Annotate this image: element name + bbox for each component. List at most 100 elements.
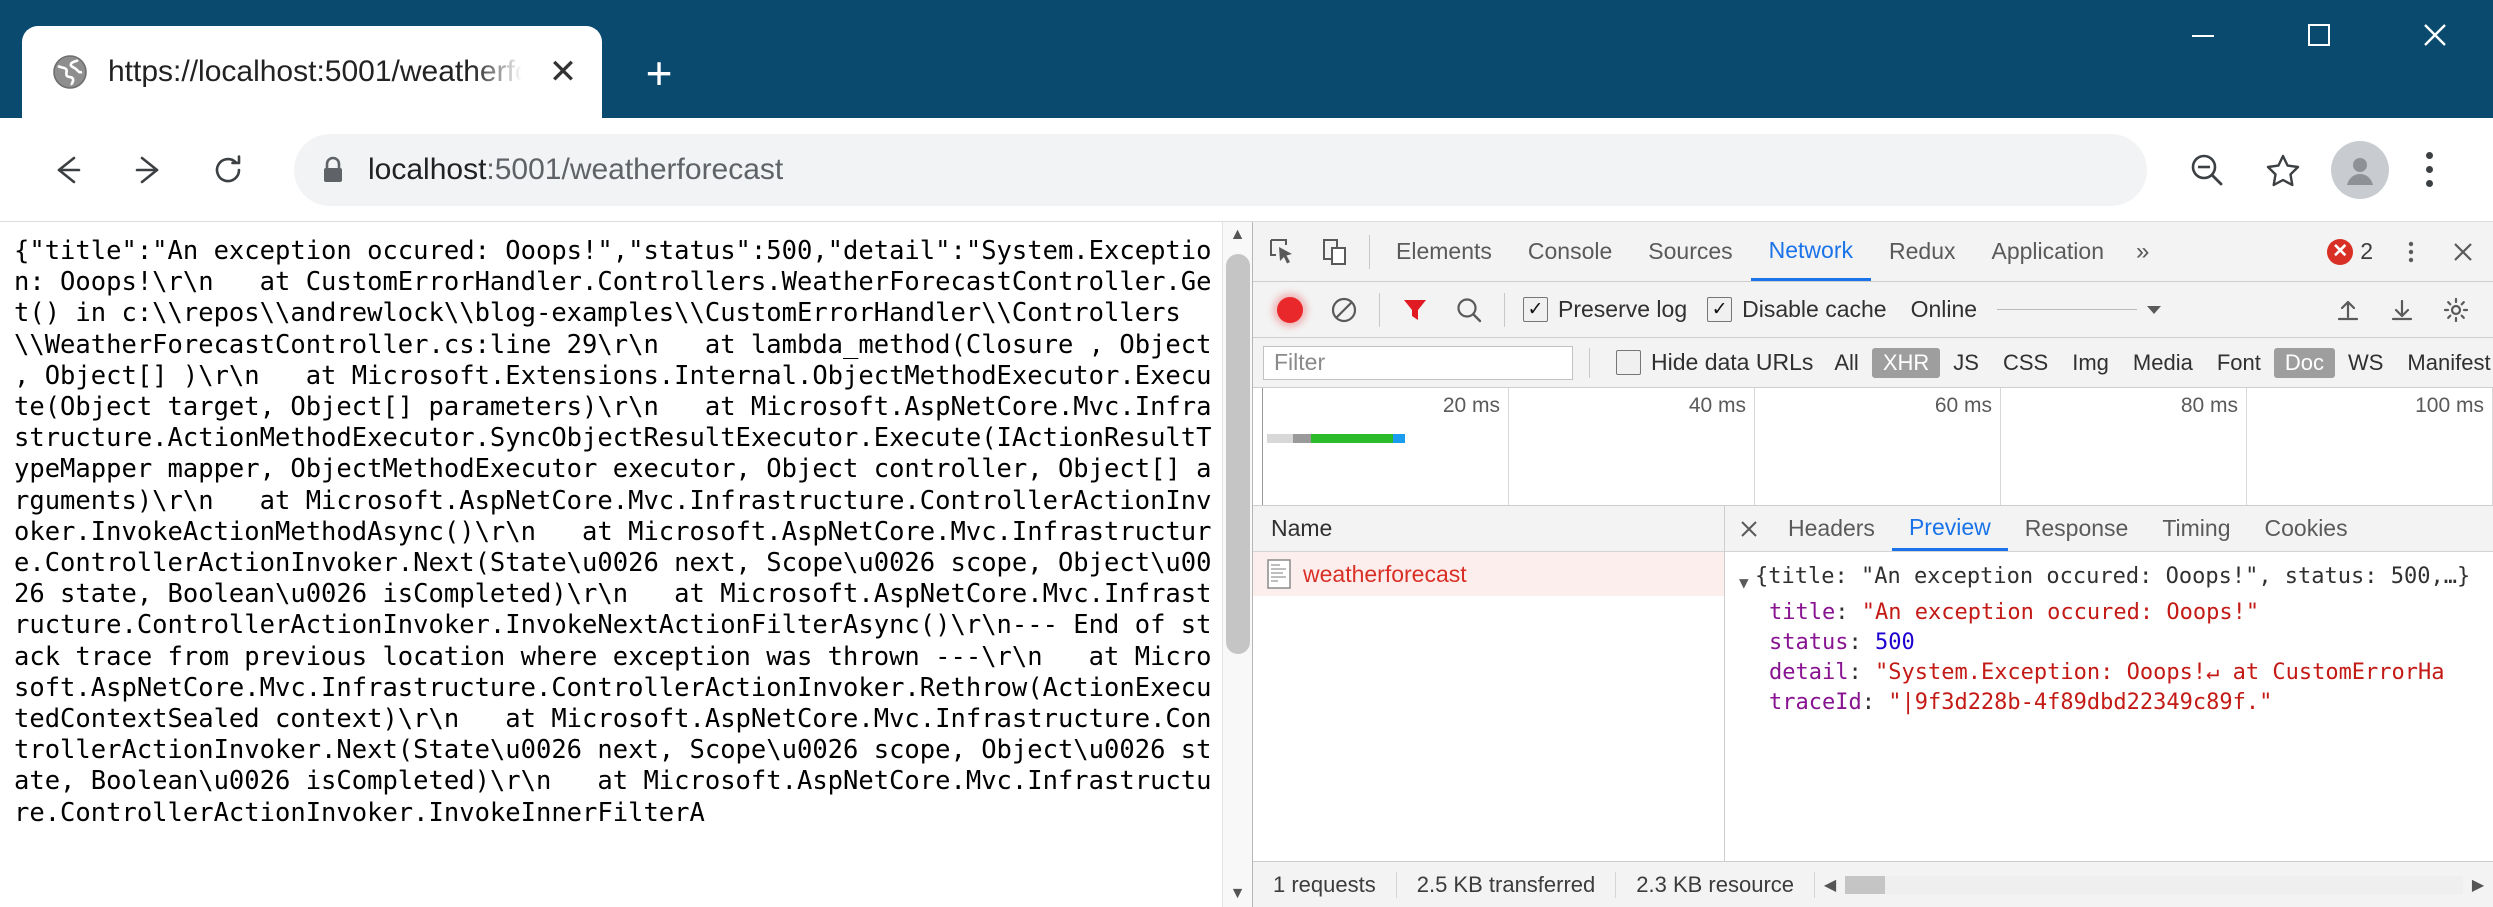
content-area: {"title":"An exception occured: Ooops!",… — [0, 222, 2493, 907]
preserve-log-label: Preserve log — [1558, 296, 1687, 323]
clear-button[interactable] — [1317, 284, 1371, 336]
hide-data-urls-option[interactable]: Hide data URLs — [1616, 349, 1813, 376]
devtools-close-icon[interactable] — [2437, 226, 2489, 278]
page-viewport: {"title":"An exception occured: Ooops!",… — [0, 222, 1253, 907]
tab-application[interactable]: Application — [1973, 223, 2122, 281]
filter-type-img[interactable]: Img — [2061, 348, 2120, 378]
tab-network[interactable]: Network — [1751, 223, 1871, 281]
profile-avatar[interactable] — [2331, 141, 2389, 199]
tick-label-20: 20 ms — [1443, 394, 1500, 418]
back-button[interactable] — [28, 130, 108, 210]
colon: : — [1848, 628, 1875, 658]
preview-value-traceid: "|9f3d228b-4f89dbd22349c89f." — [1888, 688, 2272, 718]
tab-sources[interactable]: Sources — [1630, 223, 1750, 281]
filter-type-ws[interactable]: WS — [2337, 348, 2394, 378]
title-bar: https://localhost:5001/weatherforecast ✕… — [0, 0, 2493, 118]
import-har-button[interactable] — [2321, 284, 2375, 336]
filter-type-xhr[interactable]: XHR — [1872, 348, 1940, 378]
detail-tab-headers[interactable]: Headers — [1771, 506, 1892, 551]
error-badge[interactable]: ✕ 2 — [2327, 238, 2373, 265]
filter-type-font[interactable]: Font — [2206, 348, 2272, 378]
bookmark-star-icon[interactable] — [2245, 132, 2321, 208]
url-path: :5001/weatherforecast — [486, 153, 783, 186]
chevron-down-icon — [2147, 306, 2161, 314]
device-toolbar-icon[interactable] — [1309, 226, 1361, 278]
filter-type-css[interactable]: CSS — [1992, 348, 2059, 378]
inspect-element-icon[interactable] — [1257, 226, 1309, 278]
detail-tab-cookies[interactable]: Cookies — [2248, 506, 2365, 551]
request-column-header[interactable]: Name — [1253, 506, 1724, 552]
tab-elements[interactable]: Elements — [1378, 223, 1510, 281]
timeline-request-bar — [1267, 434, 1405, 443]
tick-label-80: 80 ms — [2181, 394, 2238, 418]
filter-input[interactable]: Filter — [1263, 346, 1573, 380]
toolbar-divider — [1369, 235, 1370, 269]
preview-entry-traceid: traceId : "|9f3d228b-4f89dbd22349c89f." — [1739, 688, 2493, 718]
preserve-log-checkbox[interactable]: ✓ — [1523, 297, 1548, 322]
timeline-tick-40ms: 40 ms — [1509, 388, 1755, 505]
scroll-left-icon[interactable]: ◀ — [1815, 875, 1845, 895]
hide-data-urls-checkbox[interactable] — [1616, 350, 1641, 375]
detail-tab-timing[interactable]: Timing — [2145, 506, 2247, 551]
search-button[interactable] — [1442, 284, 1496, 336]
preview-key-status: status — [1769, 628, 1848, 658]
forward-button[interactable] — [108, 130, 188, 210]
page-scrollbar[interactable]: ▲ ▼ — [1222, 222, 1252, 907]
record-button[interactable] — [1263, 284, 1317, 336]
preview-root-line[interactable]: ▼ {title: "An exception occured: Ooops!"… — [1739, 562, 2493, 598]
new-tab-button[interactable]: + — [624, 38, 694, 108]
filter-type-js[interactable]: JS — [1942, 348, 1990, 378]
filter-type-doc[interactable]: Doc — [2274, 348, 2335, 378]
filter-type-media[interactable]: Media — [2122, 348, 2204, 378]
throttling-underline — [1997, 309, 2137, 310]
hscroll-track[interactable] — [1845, 876, 2463, 894]
address-bar[interactable]: localhost:5001/weatherforecast — [294, 134, 2147, 206]
timeline-origin — [1253, 388, 1263, 505]
filter-type-manifest[interactable]: Manifest — [2396, 348, 2493, 378]
scroll-down-icon[interactable]: ▼ — [1230, 885, 1246, 903]
devtools-tab-bar: Elements Console Sources Network Redux A… — [1253, 222, 2493, 282]
request-list-pane: Name weatherforecast — [1253, 506, 1725, 861]
scroll-up-icon[interactable]: ▲ — [1230, 226, 1246, 244]
close-button[interactable] — [2377, 0, 2493, 70]
disable-cache-checkbox[interactable]: ✓ — [1707, 297, 1732, 322]
reload-button[interactable] — [188, 130, 268, 210]
throttling-select[interactable]: Online — [1911, 296, 2161, 323]
minimize-button[interactable] — [2145, 0, 2261, 70]
scroll-thumb[interactable] — [1226, 254, 1250, 654]
maximize-button[interactable] — [2261, 0, 2377, 70]
detail-tab-preview[interactable]: Preview — [1892, 506, 2008, 551]
browser-tab[interactable]: https://localhost:5001/weatherforecast ✕ — [22, 26, 602, 118]
detail-tab-response[interactable]: Response — [2008, 506, 2146, 551]
hscroll-thumb[interactable] — [1845, 876, 1885, 894]
gear-icon[interactable] — [2429, 284, 2483, 336]
bar-segment-download — [1393, 434, 1405, 443]
table-row[interactable]: weatherforecast — [1253, 552, 1724, 596]
preserve-log-option[interactable]: ✓ Preserve log — [1523, 296, 1687, 323]
browser-window: https://localhost:5001/weatherforecast ✕… — [0, 0, 2493, 907]
lock-icon — [320, 154, 346, 186]
devtools-menu-icon[interactable] — [2385, 226, 2437, 278]
preview-key-detail: detail — [1769, 658, 1848, 688]
tab-redux[interactable]: Redux — [1871, 223, 1973, 281]
bar-segment-stalled — [1293, 434, 1311, 443]
disable-cache-option[interactable]: ✓ Disable cache — [1707, 296, 1886, 323]
detail-horizontal-scrollbar[interactable]: ◀ ▶ — [1815, 862, 2493, 907]
more-tabs-icon[interactable]: » — [2122, 238, 2163, 266]
zoom-out-icon[interactable] — [2169, 132, 2245, 208]
timeline-tick-60ms: 60 ms — [1755, 388, 2001, 505]
tab-strip: https://localhost:5001/weatherforecast ✕… — [0, 0, 694, 118]
filter-type-all[interactable]: All — [1823, 348, 1869, 378]
export-har-button[interactable] — [2375, 284, 2429, 336]
scroll-track[interactable] — [1223, 244, 1252, 885]
tab-close-icon[interactable]: ✕ — [540, 49, 586, 95]
chevron-down-icon[interactable]: ▼ — [1739, 562, 1755, 598]
detail-close-icon[interactable] — [1727, 507, 1771, 551]
scroll-right-icon[interactable]: ▶ — [2463, 875, 2493, 895]
tab-console[interactable]: Console — [1510, 223, 1630, 281]
browser-menu-icon[interactable] — [2399, 132, 2459, 208]
detail-tab-bar: Headers Preview Response Timing Cookies — [1725, 506, 2493, 552]
kebab-dot-1 — [2426, 152, 2433, 159]
network-timeline[interactable]: 20 ms 40 ms 60 ms 80 ms 100 ms — [1253, 388, 2493, 506]
filter-funnel-button[interactable] — [1388, 284, 1442, 336]
